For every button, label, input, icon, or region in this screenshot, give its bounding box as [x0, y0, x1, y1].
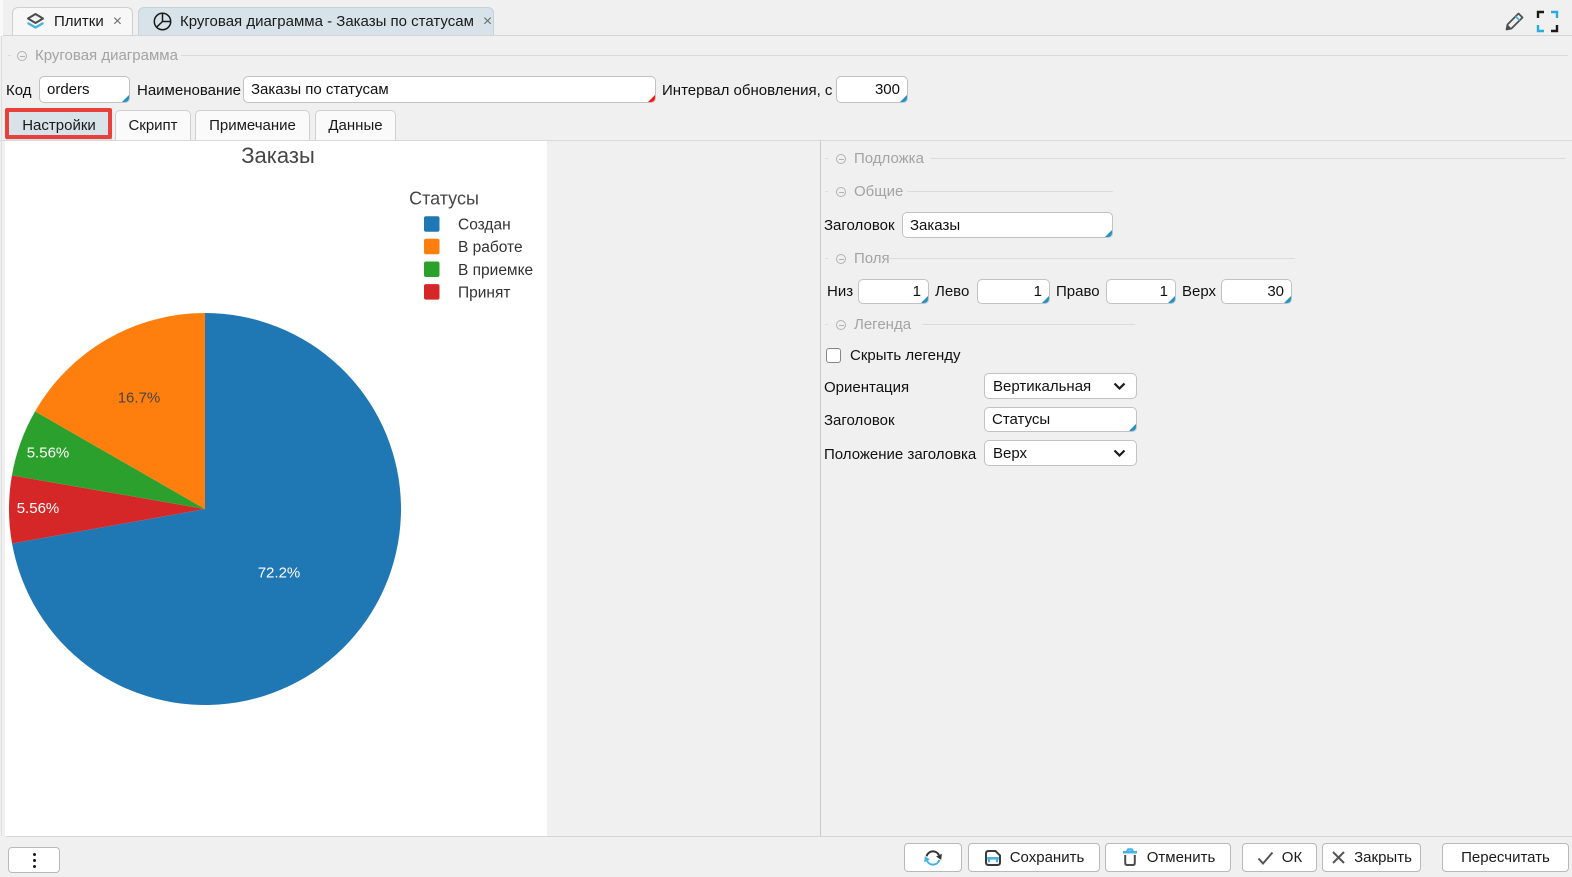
- svg-text:Принят: Принят: [458, 285, 510, 302]
- svg-text:16.7%: 16.7%: [118, 390, 161, 407]
- svg-text:Заказы: Заказы: [241, 143, 315, 168]
- svg-text:В работе: В работе: [458, 239, 523, 256]
- svg-text:5.56%: 5.56%: [27, 445, 70, 462]
- svg-text:В приемке: В приемке: [458, 262, 533, 279]
- svg-text:72.2%: 72.2%: [258, 565, 301, 582]
- svg-text:Статусы: Статусы: [409, 189, 479, 209]
- svg-text:Создан: Создан: [458, 217, 511, 234]
- svg-text:5.56%: 5.56%: [17, 500, 60, 517]
